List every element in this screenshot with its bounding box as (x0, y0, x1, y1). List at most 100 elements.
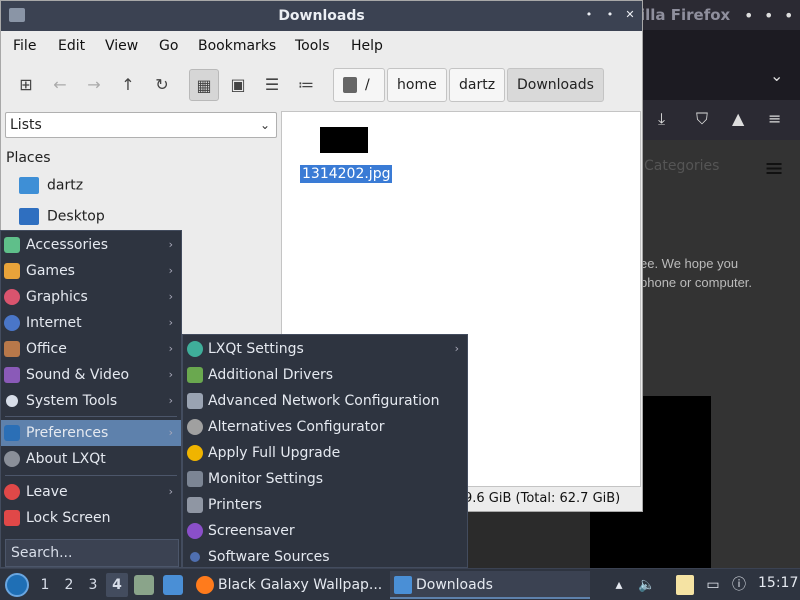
firefox-titlebar[interactable]: illa Firefox • • • (640, 0, 800, 30)
icon-view-icon[interactable]: ▦ (189, 69, 219, 101)
software-sources-icon (190, 552, 200, 562)
upgrade-icon (187, 445, 203, 461)
show-desktop-icon[interactable] (163, 575, 183, 595)
new-tab-icon[interactable]: ⊞ (11, 69, 41, 101)
menu-preferences[interactable]: Preferences › (1, 420, 181, 446)
menu-search-input[interactable]: Search... (5, 539, 179, 567)
firefox-icon (196, 576, 214, 594)
submenu-lxqt-settings[interactable]: LXQt Settings › (183, 336, 467, 362)
detailed-list-icon[interactable]: ≔ (291, 69, 321, 101)
menu-games[interactable]: Games › (1, 258, 181, 284)
folder-icon (394, 576, 412, 594)
maximize-icon[interactable]: • (764, 6, 773, 25)
maximize-icon[interactable]: • (602, 7, 618, 23)
desktop-3[interactable]: 3 (82, 573, 104, 597)
updates-icon[interactable]: ▴ (610, 575, 628, 595)
menu-office[interactable]: Office › (1, 336, 181, 362)
submenu-monitor-settings[interactable]: Monitor Settings (183, 466, 467, 492)
close-icon[interactable]: ✕ (622, 7, 638, 23)
chevron-right-icon: › (168, 316, 173, 329)
breadcrumb-dartz[interactable]: dartz (449, 68, 506, 102)
desktop-4[interactable]: 4 (106, 573, 128, 597)
compact-view-icon[interactable]: ☰ (257, 69, 287, 101)
info-icon (4, 451, 20, 467)
screensaver-icon (187, 523, 203, 539)
file-manager-launcher-icon[interactable] (134, 575, 154, 595)
chevron-right-icon: › (168, 238, 173, 251)
chevron-down-icon: ⌄ (259, 118, 270, 132)
firefox-toolbar: ⤓ ⛉ ▲ ≡ (640, 100, 800, 140)
minimize-icon[interactable]: • (744, 6, 753, 25)
lock-icon (4, 510, 20, 526)
menu-view[interactable]: View (105, 38, 138, 54)
network-tray-icon[interactable]: ▭ (704, 575, 722, 595)
file-name[interactable]: 1314202.jpg (300, 165, 393, 183)
desktop-2[interactable]: 2 (58, 573, 80, 597)
file-thumbnail[interactable] (320, 127, 368, 153)
menu-icon[interactable]: ≡ (764, 154, 784, 182)
menu-lock-screen[interactable]: Lock Screen (1, 505, 181, 531)
drive-icon (343, 77, 357, 93)
firefox-page: Categories ≡ ee. We hope you phone or co… (590, 140, 800, 568)
submenu-screensaver[interactable]: Screensaver (183, 518, 467, 544)
hamburger-menu-icon[interactable]: ≡ (768, 109, 781, 128)
menu-system-tools[interactable]: System Tools › (1, 388, 181, 414)
breadcrumb-downloads[interactable]: Downloads (507, 68, 604, 102)
task-firefox[interactable]: Black Galaxy Wallpap... (192, 571, 384, 599)
menu-help[interactable]: Help (351, 38, 383, 54)
submenu-software-sources[interactable]: Software Sources (183, 544, 467, 570)
start-menu-button[interactable] (5, 573, 29, 597)
games-icon (4, 263, 20, 279)
clipboard-icon[interactable] (676, 575, 694, 595)
forward-icon[interactable]: → (79, 69, 109, 101)
submenu-alternatives[interactable]: Alternatives Configurator (183, 414, 467, 440)
categories-link[interactable]: Categories (644, 158, 719, 174)
submenu-additional-drivers[interactable]: Additional Drivers (183, 362, 467, 388)
extension-icon[interactable]: ▲ (732, 109, 744, 128)
submenu-full-upgrade[interactable]: Apply Full Upgrade (183, 440, 467, 466)
back-icon[interactable]: ← (45, 69, 75, 101)
monitor-icon (187, 471, 203, 487)
up-icon[interactable]: ↑ (113, 69, 143, 101)
submenu-printers[interactable]: Printers (183, 492, 467, 518)
menu-accessories[interactable]: Accessories › (1, 232, 181, 258)
clock[interactable]: 15:17 (758, 575, 798, 591)
chevron-right-icon: › (168, 342, 173, 355)
breadcrumb-home[interactable]: home (387, 68, 447, 102)
window-titlebar[interactable]: Downloads • • ✕ (1, 1, 642, 31)
download-icon[interactable]: ⤓ (658, 109, 665, 129)
minimize-icon[interactable]: • (581, 7, 597, 23)
menu-internet[interactable]: Internet › (1, 310, 181, 336)
menu-about-lxqt[interactable]: About LXQt (1, 446, 181, 472)
menu-bookmarks[interactable]: Bookmarks (198, 38, 276, 54)
menu-separator (5, 416, 177, 417)
desktop-1[interactable]: 1 (34, 573, 56, 597)
close-icon[interactable]: • (784, 6, 793, 25)
chevron-right-icon: › (454, 342, 459, 355)
sidebar-item-label: dartz (47, 177, 84, 194)
breadcrumb-root[interactable]: / (333, 68, 385, 102)
menu-edit[interactable]: Edit (58, 38, 85, 54)
submenu-network-config[interactable]: Advanced Network Configuration (183, 388, 467, 414)
shield-icon[interactable]: ⛉ (696, 109, 708, 129)
menu-tools[interactable]: Tools (295, 38, 330, 54)
sidebar-mode-select[interactable]: Lists ⌄ (5, 112, 277, 138)
menu-file[interactable]: File (13, 38, 36, 54)
reload-icon[interactable]: ↻ (147, 69, 177, 101)
notification-icon[interactable]: ⓘ (730, 575, 748, 595)
thumbnail-view-icon[interactable]: ▣ (223, 69, 253, 101)
menu-graphics[interactable]: Graphics › (1, 284, 181, 310)
menu-leave[interactable]: Leave › (1, 479, 181, 505)
volume-icon[interactable]: 🔈 (638, 575, 656, 595)
menubar: File Edit View Go Bookmarks Tools Help (1, 31, 642, 61)
window-title: Downloads (278, 8, 365, 24)
task-downloads[interactable]: Downloads (390, 571, 590, 599)
page-text: ee. We hope you (640, 256, 739, 271)
firefox-window[interactable]: illa Firefox • • • ⌄ ⤓ ⛉ ▲ ≡ Categories … (590, 0, 800, 568)
firefox-tabbar: ⌄ (640, 30, 800, 100)
menu-sound-video[interactable]: Sound & Video › (1, 362, 181, 388)
chevron-down-icon[interactable]: ⌄ (770, 66, 783, 85)
menu-go[interactable]: Go (159, 38, 178, 54)
sidebar-item-desktop[interactable]: Desktop (19, 208, 105, 232)
sidebar-item-dartz[interactable]: dartz (19, 177, 83, 201)
